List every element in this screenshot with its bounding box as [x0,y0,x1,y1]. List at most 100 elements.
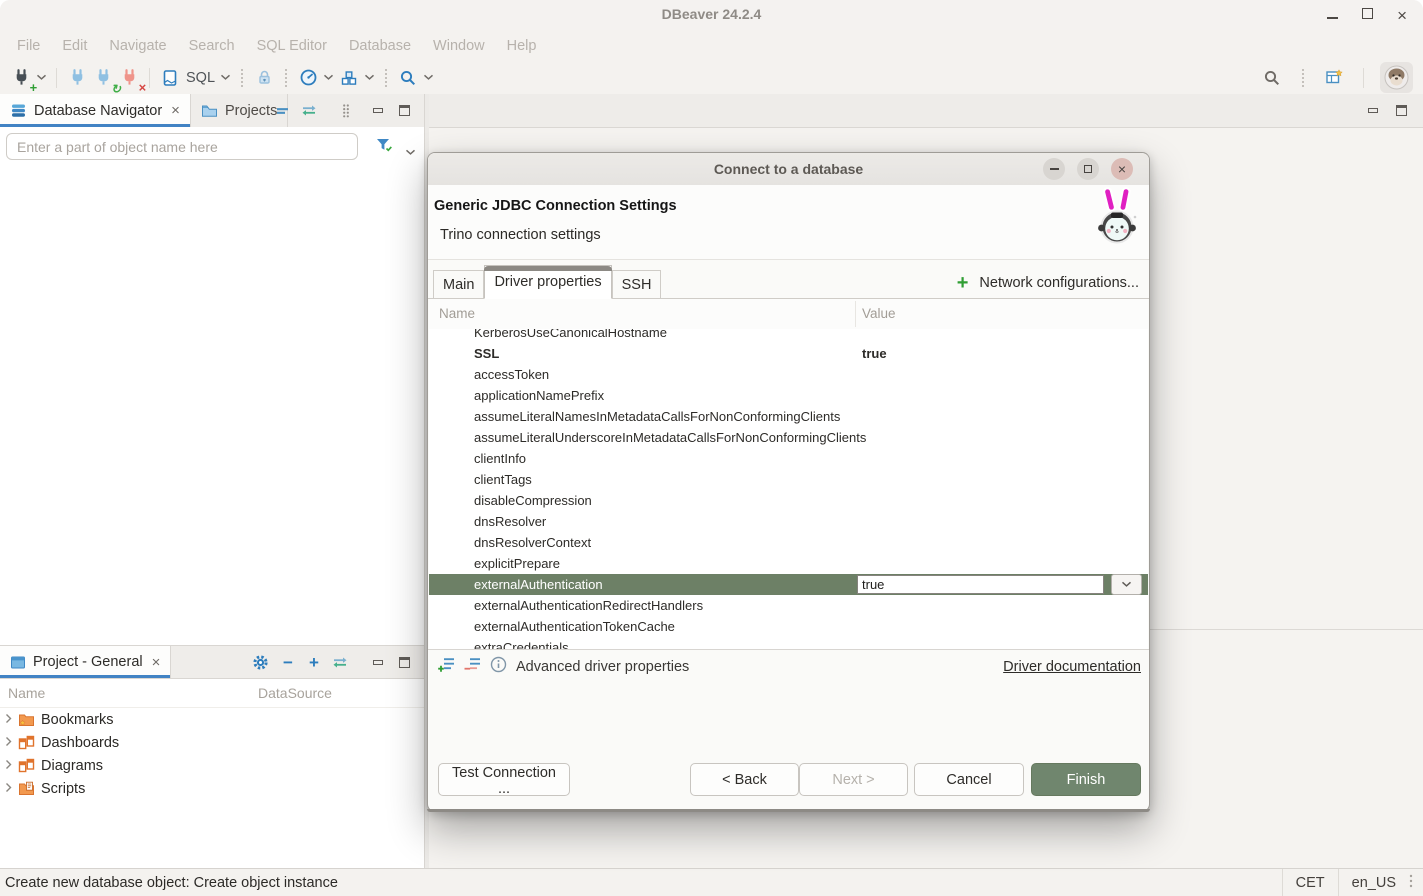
tab-database-navigator[interactable]: Database Navigator × [0,94,191,127]
beaver-avatar-icon [1384,65,1409,90]
tree-item-dashboards[interactable]: Dashboards [0,731,424,754]
property-row-clientInfo[interactable]: clientInfo [429,448,1148,469]
filter-dropdown-icon[interactable] [405,143,416,161]
expand-chevron-icon[interactable] [5,781,12,797]
driver-manager-icon[interactable] [336,65,362,91]
tab-project-general[interactable]: Project - General × [0,646,171,678]
quick-search-icon[interactable] [1259,65,1285,91]
status-menu-dots-icon[interactable] [1409,874,1423,892]
menu-navigate[interactable]: Navigate [98,38,177,54]
dialog-close-icon[interactable]: × [1111,158,1133,180]
menu-edit[interactable]: Edit [51,38,98,54]
dashboard-gauge-icon[interactable] [295,65,321,91]
status-timezone[interactable]: CET [1283,875,1338,891]
column-divider[interactable] [855,301,856,327]
property-row-dnsResolver[interactable]: dnsResolver [429,511,1148,532]
auto-commit-lock-icon[interactable] [251,65,277,91]
column-header-name[interactable]: Name [8,685,45,701]
property-row-externalAuthentication[interactable]: externalAuthentication [429,574,1148,595]
collapse-icon[interactable]: − [278,646,298,679]
sql-editor-button[interactable]: SQL [186,70,215,86]
menu-sql-editor[interactable]: SQL Editor [246,38,338,54]
search-objects-icon[interactable] [395,65,421,91]
property-row-SSL[interactable]: SSLtrue [429,343,1148,364]
driver-manager-dropdown-icon[interactable] [362,65,377,91]
maximize-panel-icon[interactable] [1391,94,1411,127]
sql-script-icon[interactable] [157,65,183,91]
connect-icon[interactable] [64,65,90,91]
menu-help[interactable]: Help [496,38,548,54]
property-row-extraCredentials[interactable]: extraCredentials [429,637,1148,649]
window-minimize-icon[interactable] [1327,6,1338,24]
finish-button[interactable]: Finish [1031,763,1141,796]
column-header-name[interactable]: Name [439,306,475,321]
filter-funnel-icon[interactable] [375,137,394,158]
network-configurations-button[interactable]: + Network configurations... [957,273,1139,293]
property-row-KerberosUseCanonicalHostname[interactable]: KerberosUseCanonicalHostname [429,329,1148,343]
expand-chevron-icon[interactable] [5,712,12,728]
property-row-explicitPrepare[interactable]: explicitPrepare [429,553,1148,574]
expand-chevron-icon[interactable] [5,758,12,774]
property-value-input[interactable] [857,575,1104,594]
tree-item-scripts[interactable]: Scripts [0,777,424,800]
status-locale[interactable]: en_US [1339,875,1409,891]
tab-close-icon[interactable]: × [171,102,180,119]
property-row-disableCompression[interactable]: disableCompression [429,490,1148,511]
open-perspective-icon[interactable] [1321,65,1347,91]
property-row-externalAuthenticationTokenCache[interactable]: externalAuthenticationTokenCache [429,616,1148,637]
maximize-panel-icon[interactable] [394,94,414,127]
maximize-panel-icon[interactable] [394,646,414,679]
disconnect-icon[interactable]: × [116,65,142,91]
dialog-maximize-icon[interactable] [1077,158,1099,180]
new-connection-icon[interactable]: + [8,65,34,91]
link-with-editor-icon[interactable] [299,94,319,127]
property-row-externalAuthenticationRedirectHandlers[interactable]: externalAuthenticationRedirectHandlers [429,595,1148,616]
expand-icon[interactable]: + [304,646,324,679]
minimize-panel-icon[interactable] [368,646,388,679]
menu-file[interactable]: File [6,38,51,54]
minimize-panel-icon[interactable] [368,94,388,127]
menu-window[interactable]: Window [422,38,496,54]
tree-item-diagrams[interactable]: Diagrams [0,754,424,777]
window-close-icon[interactable]: × [1397,7,1407,24]
menu-search[interactable]: Search [178,38,246,54]
collapse-all-icon[interactable] [272,94,292,127]
minimize-panel-icon[interactable] [1363,94,1383,127]
dialog-minimize-icon[interactable] [1043,158,1065,180]
user-avatar[interactable] [1380,62,1413,93]
add-property-icon[interactable] [438,656,455,678]
expand-chevron-icon[interactable] [5,735,12,751]
dialog-titlebar[interactable]: Connect to a database × [428,153,1149,186]
property-row-applicationNamePrefix[interactable]: applicationNamePrefix [429,385,1148,406]
search-dropdown-icon[interactable] [421,65,436,91]
tab-close-icon[interactable]: × [152,654,161,671]
reconnect-icon[interactable]: ↻ [90,65,116,91]
tab-main[interactable]: Main [433,270,484,299]
cancel-button[interactable]: Cancel [914,763,1024,796]
tab-ssh[interactable]: SSH [612,270,662,299]
tab-driver-properties[interactable]: Driver properties [484,265,611,299]
window-maximize-icon[interactable] [1362,6,1373,24]
property-row-accessToken[interactable]: accessToken [429,364,1148,385]
column-header-datasource[interactable]: DataSource [258,685,332,701]
tree-item-label: Dashboards [41,735,119,751]
property-value-dropdown-button[interactable] [1111,574,1142,595]
object-filter-input[interactable] [6,133,358,160]
tree-item-bookmarks[interactable]: Bookmarks [0,708,424,731]
driver-documentation-link[interactable]: Driver documentation [1003,659,1141,675]
link-with-editor-icon[interactable] [330,646,350,679]
property-row-dnsResolverContext[interactable]: dnsResolverContext [429,532,1148,553]
settings-gear-icon[interactable] [250,646,270,679]
property-row-clientTags[interactable]: clientTags [429,469,1148,490]
property-row-assumeLiteralUnderscoreInMetadataCallsForNonConformingClients[interactable]: assumeLiteralUnderscoreInMetadataCallsFo… [429,427,1148,448]
remove-property-icon[interactable] [464,656,481,678]
back-button[interactable]: < Back [690,763,799,796]
menu-database[interactable]: Database [338,38,422,54]
column-header-value[interactable]: Value [862,306,896,321]
property-row-assumeLiteralNamesInMetadataCallsForNonConformingClients[interactable]: assumeLiteralNamesInMetadataCallsForNonC… [429,406,1148,427]
toolbar-dotted-separator [241,69,243,87]
view-menu-dots-icon[interactable] [336,94,356,127]
test-connection-button[interactable]: Test Connection ... [438,763,570,796]
sql-editor-dropdown-icon[interactable] [218,65,233,91]
dashboard-dropdown-icon[interactable] [321,65,336,91]
